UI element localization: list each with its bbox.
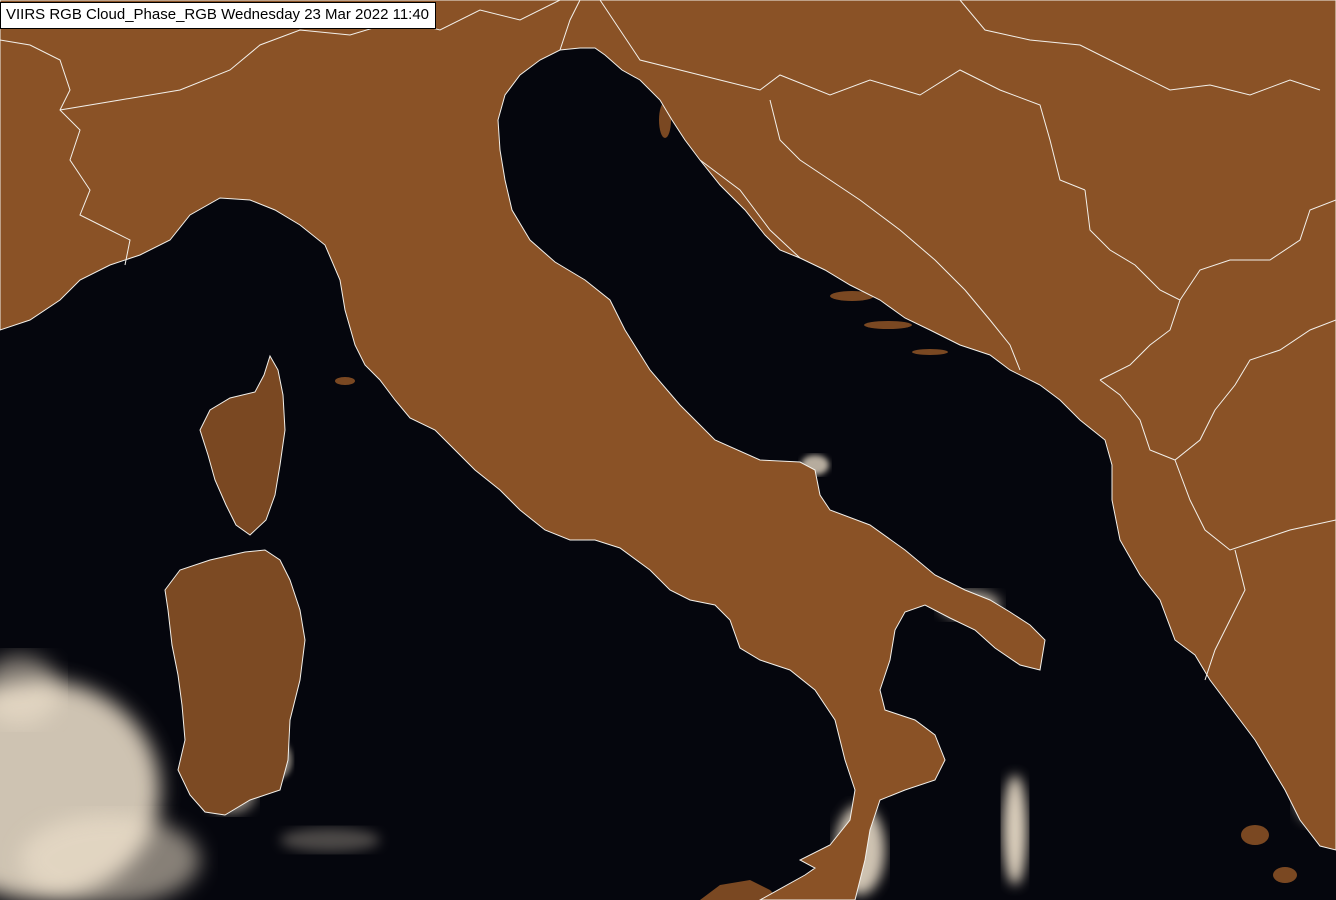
land-greek-island [1241,825,1269,845]
land-elba [335,377,355,385]
land-croatian-island-3 [912,349,948,355]
satellite-map [0,0,1336,900]
image-caption: VIIRS RGB Cloud_Phase_RGB Wednesday 23 M… [0,2,437,29]
land-croatian-island-2 [864,321,912,329]
satellite-image-viewer: VIIRS RGB Cloud_Phase_RGB Wednesday 23 M… [0,0,1336,900]
coastline-sardinia [164,549,306,816]
land-greek-island-2 [1273,867,1297,883]
